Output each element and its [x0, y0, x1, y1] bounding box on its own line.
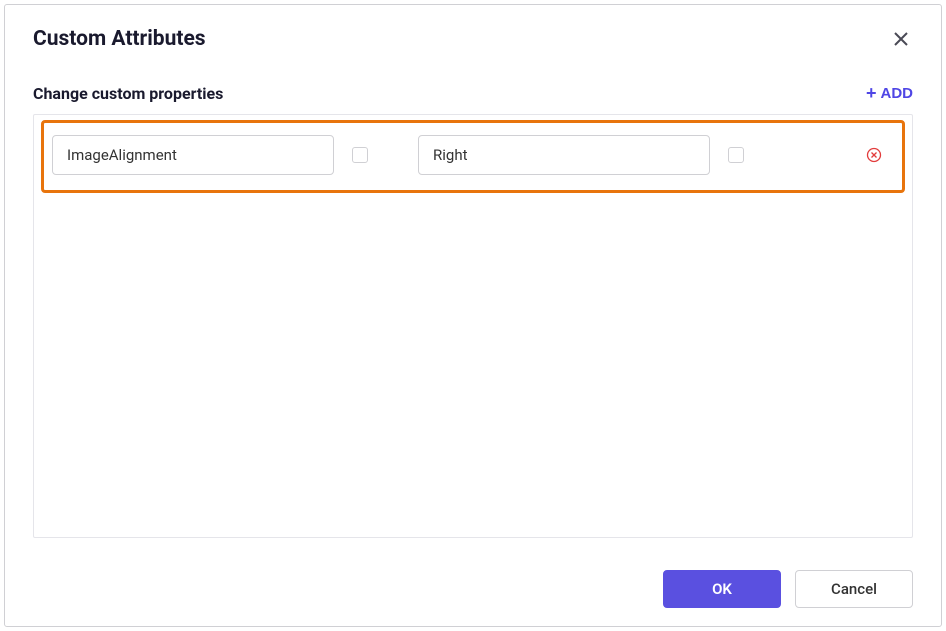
add-button-label: ADD: [881, 85, 914, 102]
attribute-name-input[interactable]: [52, 135, 334, 175]
attribute-row: [34, 115, 912, 195]
add-button[interactable]: + ADD: [866, 83, 913, 104]
cancel-button[interactable]: Cancel: [795, 570, 913, 608]
attribute-value-input[interactable]: [418, 135, 710, 175]
delete-icon: [866, 147, 882, 163]
attribute-value-checkbox[interactable]: [728, 147, 744, 163]
section-header: Change custom properties + ADD: [5, 55, 941, 114]
close-button[interactable]: [889, 27, 913, 51]
attribute-name-checkbox[interactable]: [352, 147, 368, 163]
dialog-footer: OK Cancel: [5, 558, 941, 626]
delete-row-button[interactable]: [862, 143, 886, 167]
ok-button[interactable]: OK: [663, 570, 781, 608]
attributes-list: [33, 114, 913, 538]
dialog-title: Custom Attributes: [33, 27, 206, 51]
close-icon: [893, 31, 909, 47]
section-title: Change custom properties: [33, 84, 223, 103]
custom-attributes-dialog: Custom Attributes Change custom properti…: [4, 4, 942, 627]
dialog-header: Custom Attributes: [5, 5, 941, 55]
plus-icon: +: [866, 83, 877, 104]
